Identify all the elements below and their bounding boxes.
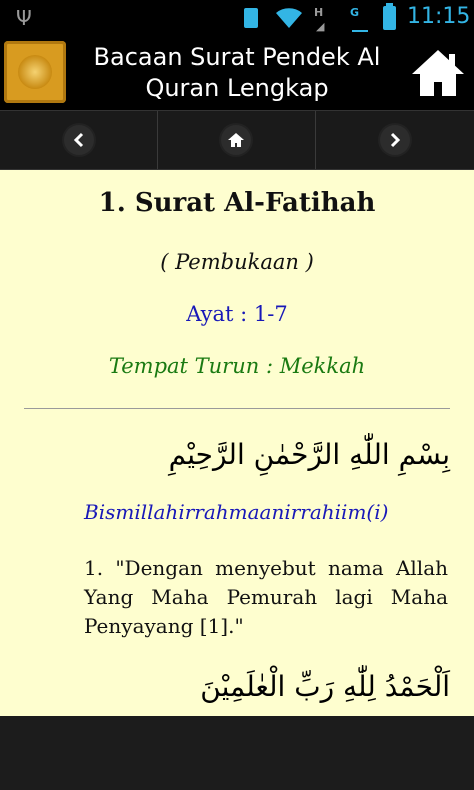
- surah-title: 1. Surat Al-Fatihah: [98, 188, 376, 218]
- chevron-left-icon: [63, 125, 94, 155]
- navigation-bar: [0, 110, 474, 170]
- surah-meaning: ( Pembukaan ): [160, 250, 314, 274]
- home-icon: [412, 50, 464, 96]
- home-icon: [221, 125, 251, 155]
- chevron-right-icon: [379, 125, 410, 155]
- signal-icon: [352, 20, 368, 32]
- status-bar: Ψ H ◢ G 11:15: [0, 0, 474, 36]
- next-button[interactable]: [316, 111, 473, 169]
- ayat-count: Ayat : 1-7: [186, 302, 288, 326]
- divider: [24, 408, 450, 409]
- usb-icon: Ψ: [16, 6, 32, 30]
- home-nav-button[interactable]: [157, 111, 316, 169]
- wifi-icon: [274, 4, 304, 36]
- signal-icon: ◢: [316, 20, 325, 33]
- verse-arabic: بِسْمِ اللّٰهِ الرَّحْمٰنِ الرَّحِيْمِ: [168, 438, 450, 471]
- verse-arabic: اَلْحَمْدُ لِلّٰهِ رَبِّ الْعٰلَمِيْنَ: [200, 670, 450, 703]
- signal-icon: G: [350, 6, 360, 19]
- verse-transliteration: Bismillahirrahmaanirrahiim(i): [84, 500, 389, 524]
- surah-content[interactable]: 1. Surat Al-Fatihah ( Pembukaan ) Ayat :…: [0, 170, 474, 716]
- app-title: Bacaan Surat Pendek Al Quran Lengkap: [93, 43, 381, 102]
- app-logo-icon[interactable]: [4, 41, 66, 103]
- status-time: 11:15: [407, 4, 471, 29]
- app-bar: Bacaan Surat Pendek Al Quran Lengkap: [0, 36, 474, 110]
- sd-card-icon: [244, 8, 258, 28]
- revelation-place: Tempat Turun : Mekkah: [108, 354, 366, 378]
- battery-icon: [383, 3, 396, 30]
- home-button[interactable]: [408, 44, 468, 102]
- signal-icon: H: [314, 6, 324, 19]
- verse-translation: 1. "Dengan menyebut nama Allah Yang Maha…: [84, 556, 448, 638]
- previous-button[interactable]: [0, 111, 158, 169]
